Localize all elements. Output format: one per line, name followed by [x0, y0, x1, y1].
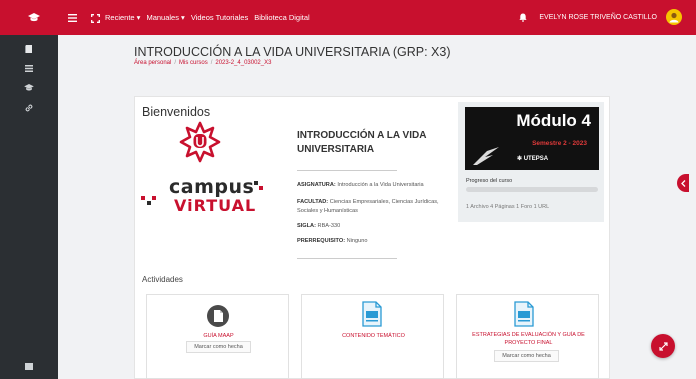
user-name[interactable]: EVELYN ROSE TRIVEÑO CASTILLO [539, 14, 657, 21]
graduation-cap-icon[interactable] [27, 11, 41, 25]
resource-stats: 1 Archivo 4 Páginas 1 Foro 1 URL [466, 204, 550, 210]
mark-done-button[interactable]: Marcar como hecha [186, 341, 251, 353]
activity-label[interactable]: CONTENIDO TEMÁTICO [308, 332, 439, 340]
logo-virtual-text: ViRTUAL [174, 196, 257, 215]
document-icon [207, 305, 229, 327]
module-banner: Módulo 4 Semestre 2 - 2023 ✻ UTEPSA [465, 107, 599, 170]
left-sidebar [0, 35, 58, 379]
menu-manuales[interactable]: Manuales ▾ [146, 13, 184, 22]
breadcrumb: Área personal / Mis cursos/2023-2_4_03002_… [134, 60, 272, 66]
info-facultad: FACULTAD: Ciencias Empresariales, Cienci… [297, 199, 439, 214]
breadcrumb-area-personal[interactable]: Área personal [134, 60, 171, 66]
progress-label: Progreso del curso [466, 178, 513, 184]
info-sigla: SIGLA: RBA-330 [297, 223, 341, 229]
arrows-expand-icon[interactable] [651, 334, 675, 358]
activities-heading: Actividades [142, 275, 183, 284]
activity-card-contenido-tematico[interactable]: CONTENIDO TEMÁTICO [301, 294, 444, 379]
info-prerrequisito: PRERREQUISITO: Ninguno [297, 238, 368, 244]
chevron-left-icon[interactable] [677, 174, 689, 192]
avatar[interactable] [666, 9, 682, 25]
user-nav: EVELYN ROSE TRIVEÑO CASTILLO [516, 9, 682, 25]
expand-icon[interactable] [88, 11, 102, 25]
welcome-heading: Bienvenidos [142, 105, 211, 119]
activity-label[interactable]: ESTRATEGIAS DE EVALUACIÓN Y GUÍA DE PROY… [463, 331, 594, 347]
course-progress-bar [466, 187, 598, 192]
menu-reciente[interactable]: Reciente ▾ [105, 13, 140, 22]
dashboard-icon[interactable] [0, 40, 58, 60]
info-asignatura: ASIGNATURA: Introducción a la Vida Unive… [297, 182, 424, 188]
page-icon [514, 301, 534, 327]
activity-card-guia-maap[interactable]: GUÍA MAAP Marcar como hecha [146, 294, 289, 379]
page-title: INTRODUCCIÓN A LA VIDA UNIVERSITARIA (GR… [134, 45, 451, 59]
logo-campus-text: campus [169, 176, 255, 198]
top-navbar: Reciente ▾ Manuales ▾ Videos Tutoriales … [0, 0, 696, 35]
divider [297, 170, 397, 171]
module-brand: ✻ UTEPSA [517, 156, 549, 162]
link-icon[interactable] [0, 99, 58, 119]
breadcrumb-mis-cursos[interactable]: Mis cursos [179, 60, 208, 66]
breadcrumb-course[interactable]: 2023-2_4_03002_X3 [215, 60, 271, 66]
brush-stroke-decoration [473, 147, 499, 165]
menu-videos-tutoriales[interactable]: Videos Tutoriales [191, 13, 248, 22]
course-name: INTRODUCCIÓN A LA VIDA UNIVERSITARIA [297, 130, 427, 155]
top-menu: Reciente ▾ Manuales ▾ Videos Tutoriales … [105, 13, 310, 22]
activity-label[interactable]: GUÍA MAAP [153, 332, 284, 340]
menu-biblioteca-digital[interactable]: Biblioteca Digital [254, 13, 309, 22]
activity-card-estrategias[interactable]: ESTRATEGIAS DE EVALUACIÓN Y GUÍA DE PROY… [456, 294, 599, 379]
menu-icon[interactable] [65, 11, 79, 25]
sidebar-footer-icon[interactable] [0, 357, 58, 377]
calendar-icon[interactable] [0, 59, 58, 79]
page-icon [362, 301, 382, 327]
module-title: Módulo 4 [516, 111, 591, 130]
bell-icon[interactable] [516, 10, 530, 24]
courses-icon[interactable] [0, 79, 58, 99]
mark-done-button[interactable]: Marcar como hecha [494, 350, 559, 362]
divider [297, 258, 397, 259]
